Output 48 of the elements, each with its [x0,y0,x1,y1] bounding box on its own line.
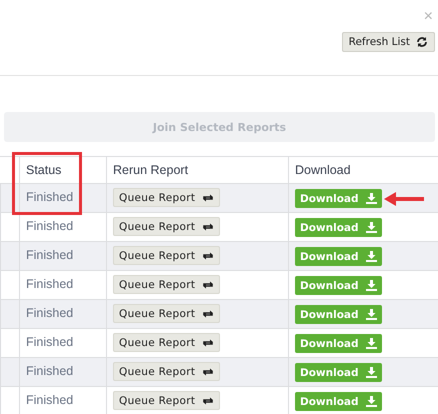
status-text: Finished [26,276,74,291]
download-button[interactable]: Download [295,392,382,411]
refresh-list-button[interactable]: Refresh List [342,32,435,52]
download-button[interactable]: Download [295,305,382,324]
download-icon [366,280,377,291]
highlight-box [12,152,82,215]
status-text: Finished [26,334,74,349]
column-header: Rerun Report [113,163,188,177]
queue-report-button[interactable]: Queue Report [113,275,220,294]
refresh-icon [416,36,428,48]
repeat-icon [202,366,214,376]
repeat-icon [202,192,214,202]
download-button[interactable]: Download [295,247,382,266]
download-button[interactable]: Download [295,363,382,382]
queue-report-button[interactable]: Queue Report [113,362,220,381]
queue-report-button[interactable]: Queue Report [113,333,220,352]
queue-report-button[interactable]: Queue Report [113,246,220,265]
download-icon [366,396,377,407]
repeat-icon [202,338,214,348]
status-text: Finished [26,247,74,262]
queue-report-button[interactable]: Queue Report [113,391,220,410]
download-button[interactable]: Download [295,276,382,295]
close-button[interactable]: × [424,8,433,26]
download-icon [366,367,377,378]
queue-report-button[interactable]: Queue Report [113,304,220,323]
queue-report-button[interactable]: Queue Report [113,188,220,207]
download-icon [366,193,377,204]
repeat-icon [202,280,214,290]
column-header: Download [295,163,351,177]
repeat-icon [202,250,214,260]
repeat-icon [202,396,214,406]
status-text: Finished [26,363,74,378]
download-button[interactable]: Download [295,189,382,208]
queue-report-button[interactable]: Queue Report [113,217,220,236]
download-icon [366,222,377,233]
status-text: Finished [26,189,74,204]
download-button[interactable]: Download [295,334,382,353]
download-icon [366,338,377,349]
download-button[interactable]: Download [295,218,382,237]
download-icon [366,309,377,320]
status-text: Finished [26,305,74,320]
download-icon [366,251,377,262]
pointer-arrow [384,192,424,206]
column-header: Status [26,163,62,177]
status-text: Finished [26,392,74,407]
repeat-icon [202,222,214,232]
repeat-icon [202,308,214,318]
status-text: Finished [26,218,74,233]
